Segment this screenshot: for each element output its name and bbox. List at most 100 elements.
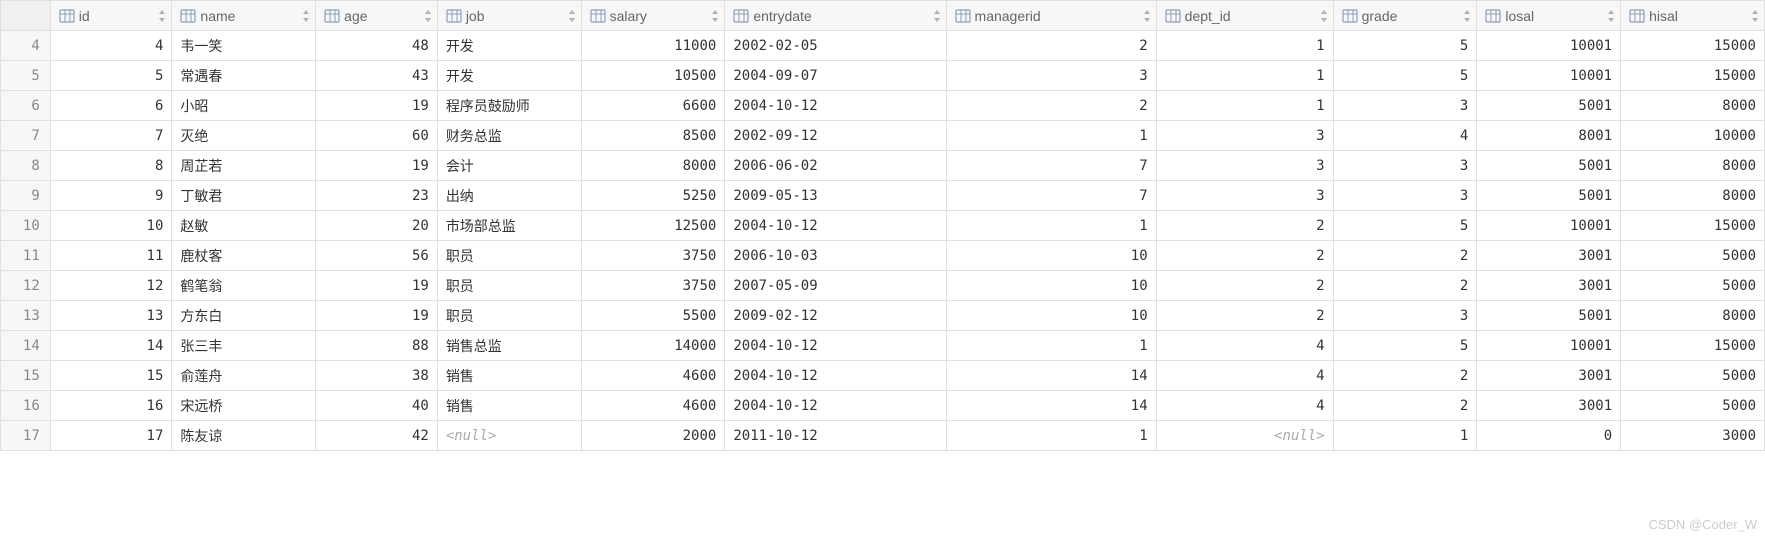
cell-dept_id[interactable]: 1: [1156, 31, 1333, 61]
table-row[interactable]: 1717陈友谅42<null>20002011-10-121<null>1030…: [1, 421, 1765, 451]
table-row[interactable]: 1616宋远桥40销售46002004-10-12144230015000: [1, 391, 1765, 421]
sort-icon[interactable]: [1142, 10, 1152, 22]
cell-grade[interactable]: 3: [1333, 181, 1477, 211]
cell-entrydate[interactable]: 2009-05-13: [725, 181, 946, 211]
cell-managerid[interactable]: 10: [946, 241, 1156, 271]
cell-grade[interactable]: 1: [1333, 421, 1477, 451]
sort-icon[interactable]: [932, 10, 942, 22]
cell-salary[interactable]: 14000: [581, 331, 725, 361]
cell-managerid[interactable]: 10: [946, 271, 1156, 301]
cell-grade[interactable]: 3: [1333, 151, 1477, 181]
cell-losal[interactable]: 10001: [1477, 61, 1621, 91]
cell-managerid[interactable]: 1: [946, 211, 1156, 241]
cell-entrydate[interactable]: 2002-09-12: [725, 121, 946, 151]
cell-job[interactable]: 销售: [437, 391, 581, 421]
cell-job[interactable]: 出纳: [437, 181, 581, 211]
cell-dept_id[interactable]: 3: [1156, 121, 1333, 151]
cell-grade[interactable]: 2: [1333, 241, 1477, 271]
cell-grade[interactable]: 3: [1333, 91, 1477, 121]
cell-name[interactable]: 韦一笑: [172, 31, 316, 61]
column-header-id[interactable]: id: [50, 1, 172, 31]
cell-age[interactable]: 40: [316, 391, 438, 421]
cell-id[interactable]: 13: [50, 301, 172, 331]
cell-entrydate[interactable]: 2006-10-03: [725, 241, 946, 271]
cell-job[interactable]: 开发: [437, 31, 581, 61]
table-row[interactable]: 66小昭19程序员鼓励师66002004-10-1221350018000: [1, 91, 1765, 121]
cell-grade[interactable]: 5: [1333, 211, 1477, 241]
cell-salary[interactable]: 6600: [581, 91, 725, 121]
table-row[interactable]: 44韦一笑48开发110002002-02-052151000115000: [1, 31, 1765, 61]
cell-losal[interactable]: 10001: [1477, 211, 1621, 241]
cell-grade[interactable]: 3: [1333, 301, 1477, 331]
cell-id[interactable]: 4: [50, 31, 172, 61]
cell-dept_id[interactable]: 2: [1156, 271, 1333, 301]
cell-salary[interactable]: 11000: [581, 31, 725, 61]
cell-entrydate[interactable]: 2004-10-12: [725, 91, 946, 121]
table-row[interactable]: 88周芷若19会计80002006-06-0273350018000: [1, 151, 1765, 181]
cell-entrydate[interactable]: 2004-10-12: [725, 391, 946, 421]
sort-icon[interactable]: [301, 10, 311, 22]
cell-name[interactable]: 常遇春: [172, 61, 316, 91]
column-header-name[interactable]: name: [172, 1, 316, 31]
cell-entrydate[interactable]: 2004-10-12: [725, 331, 946, 361]
cell-hisal[interactable]: 15000: [1621, 61, 1765, 91]
cell-age[interactable]: 60: [316, 121, 438, 151]
cell-age[interactable]: 48: [316, 31, 438, 61]
cell-salary[interactable]: 8500: [581, 121, 725, 151]
cell-losal[interactable]: 3001: [1477, 361, 1621, 391]
cell-hisal[interactable]: 10000: [1621, 121, 1765, 151]
cell-losal[interactable]: 3001: [1477, 391, 1621, 421]
cell-name[interactable]: 方东白: [172, 301, 316, 331]
cell-job[interactable]: 职员: [437, 271, 581, 301]
cell-name[interactable]: 小昭: [172, 91, 316, 121]
sort-icon[interactable]: [1750, 10, 1760, 22]
cell-name[interactable]: 陈友谅: [172, 421, 316, 451]
cell-name[interactable]: 俞莲舟: [172, 361, 316, 391]
cell-grade[interactable]: 5: [1333, 61, 1477, 91]
sort-icon[interactable]: [710, 10, 720, 22]
cell-salary[interactable]: 3750: [581, 241, 725, 271]
cell-entrydate[interactable]: 2002-02-05: [725, 31, 946, 61]
cell-dept_id[interactable]: 3: [1156, 181, 1333, 211]
column-header-dept_id[interactable]: dept_id: [1156, 1, 1333, 31]
cell-losal[interactable]: 10001: [1477, 31, 1621, 61]
cell-salary[interactable]: 2000: [581, 421, 725, 451]
cell-id[interactable]: 11: [50, 241, 172, 271]
cell-losal[interactable]: 10001: [1477, 331, 1621, 361]
cell-name[interactable]: 鹤笔翁: [172, 271, 316, 301]
cell-hisal[interactable]: 8000: [1621, 181, 1765, 211]
cell-managerid[interactable]: 1: [946, 121, 1156, 151]
cell-id[interactable]: 8: [50, 151, 172, 181]
cell-salary[interactable]: 12500: [581, 211, 725, 241]
table-row[interactable]: 1515俞莲舟38销售46002004-10-12144230015000: [1, 361, 1765, 391]
column-header-losal[interactable]: losal: [1477, 1, 1621, 31]
cell-age[interactable]: 23: [316, 181, 438, 211]
column-header-job[interactable]: job: [437, 1, 581, 31]
cell-dept_id[interactable]: 3: [1156, 151, 1333, 181]
cell-entrydate[interactable]: 2004-09-07: [725, 61, 946, 91]
table-row[interactable]: 1313方东白19职员55002009-02-12102350018000: [1, 301, 1765, 331]
cell-age[interactable]: 56: [316, 241, 438, 271]
cell-id[interactable]: 14: [50, 331, 172, 361]
cell-job[interactable]: 销售总监: [437, 331, 581, 361]
sort-icon[interactable]: [423, 10, 433, 22]
cell-managerid[interactable]: 14: [946, 361, 1156, 391]
cell-name[interactable]: 周芷若: [172, 151, 316, 181]
cell-job[interactable]: <null>: [437, 421, 581, 451]
cell-name[interactable]: 张三丰: [172, 331, 316, 361]
cell-name[interactable]: 丁敏君: [172, 181, 316, 211]
cell-job[interactable]: 开发: [437, 61, 581, 91]
cell-grade[interactable]: 2: [1333, 391, 1477, 421]
cell-salary[interactable]: 10500: [581, 61, 725, 91]
cell-dept_id[interactable]: 4: [1156, 331, 1333, 361]
cell-losal[interactable]: 5001: [1477, 151, 1621, 181]
table-row[interactable]: 1111鹿杖客56职员37502006-10-03102230015000: [1, 241, 1765, 271]
cell-salary[interactable]: 4600: [581, 391, 725, 421]
cell-name[interactable]: 宋远桥: [172, 391, 316, 421]
table-row[interactable]: 55常遇春43开发105002004-09-073151000115000: [1, 61, 1765, 91]
cell-salary[interactable]: 5500: [581, 301, 725, 331]
column-header-entrydate[interactable]: entrydate: [725, 1, 946, 31]
column-header-salary[interactable]: salary: [581, 1, 725, 31]
cell-entrydate[interactable]: 2004-10-12: [725, 211, 946, 241]
cell-job[interactable]: 销售: [437, 361, 581, 391]
